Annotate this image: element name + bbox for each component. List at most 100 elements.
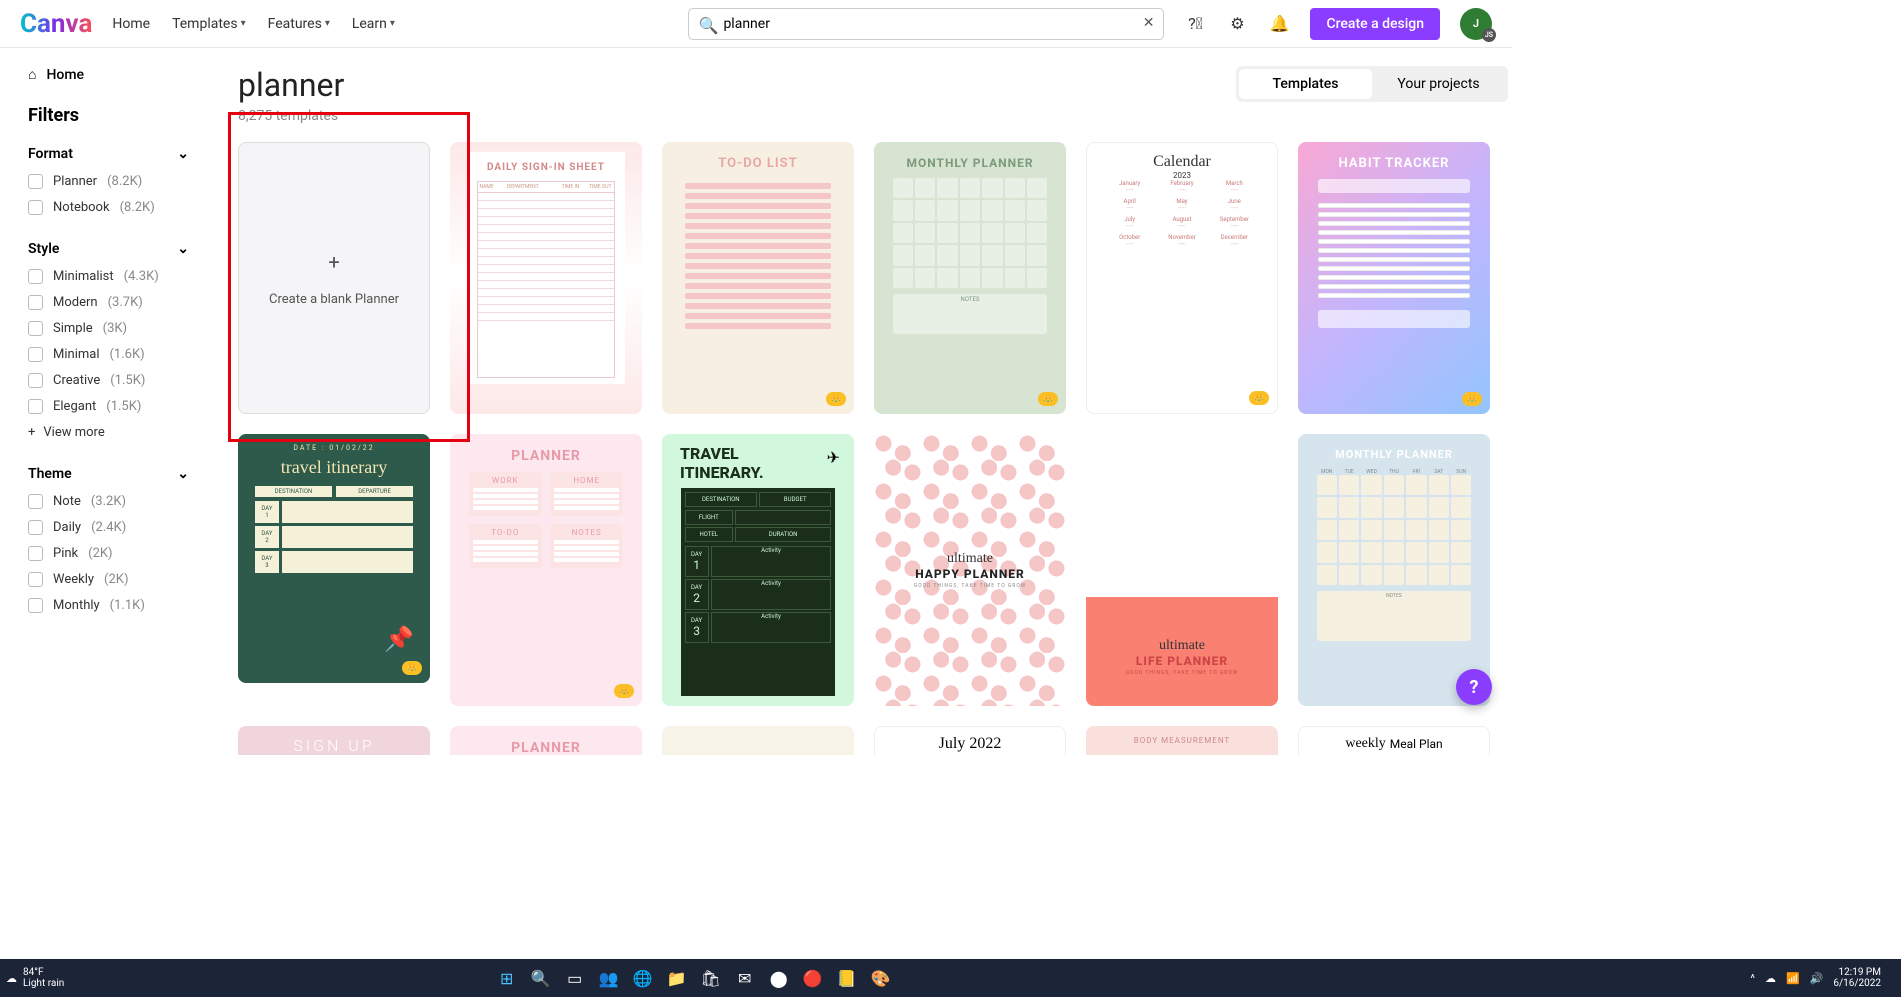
teams-icon[interactable]: 👥 [594,963,624,993]
chevron-up-icon[interactable]: ^ [1750,972,1755,985]
card-title: MONTHLY PLANNER [906,156,1033,170]
card-title: HABIT TRACKER [1339,156,1450,171]
template-card[interactable]: TO-DO LIST 👑 [662,142,854,414]
template-card[interactable]: BODY MEASUREMENT [1086,726,1278,755]
checkbox[interactable] [28,494,43,509]
view-more-style[interactable]: +View more [28,425,189,440]
cloud-icon[interactable]: ☁ [1765,972,1776,985]
checkbox[interactable] [28,373,43,388]
filter-count: (3.2K) [91,494,126,509]
theme-header[interactable]: Theme⌄ [28,466,189,482]
edge-icon[interactable]: 🌐 [628,963,658,993]
template-card[interactable]: DAILY SIGN-IN SHEET NAMEDEPARTMENTTIME I… [450,142,642,414]
checkbox[interactable] [28,399,43,414]
template-card[interactable]: DATE : 01/02/22 travel itinerary DESTINA… [238,434,430,683]
help-bubble[interactable]: ? [1456,669,1492,705]
task-view[interactable]: ▭ [560,963,590,993]
checkbox[interactable] [28,295,43,310]
app-icon[interactable]: 📒 [832,963,862,993]
toggle-templates[interactable]: Templates [1239,69,1372,99]
lines [1318,199,1469,302]
card-title: BODY MEASUREMENT [1134,736,1230,745]
explorer-icon[interactable]: 📁 [662,963,692,993]
search-input[interactable] [688,8,1164,40]
template-card[interactable]: July 2022 [874,726,1066,755]
nav-home[interactable]: Home [112,16,150,32]
checkbox[interactable] [28,546,43,561]
template-card[interactable]: weekly Meal Plan [1298,726,1490,755]
filter-minimalist[interactable]: Minimalist (4.3K) [28,269,189,284]
checkbox[interactable] [28,321,43,336]
label: DAY [691,551,702,558]
toggle-projects[interactable]: Your projects [1372,69,1505,99]
app-icon[interactable]: ⬤ [764,963,794,993]
checkbox[interactable] [28,174,43,189]
taskbar-apps: ⊞ 🔍 ▭ 👥 🌐 📁 🛍 ✉ ⬤ 🔴 📒 🎨 [492,963,896,993]
template-card[interactable]: MONTHLY PLANNER MONTUEWEDTHUFRISATSUN NO… [1298,434,1490,706]
weather-widget[interactable]: ☁ 84°F Light rain [6,967,64,989]
checkbox[interactable] [28,598,43,613]
style-title: Style [28,241,59,257]
nav-features[interactable]: Features▾ [268,16,330,32]
help-icon[interactable]: ?⃝ [1184,13,1206,35]
filter-planner[interactable]: Planner (8.2K) [28,174,189,189]
template-card[interactable]: TRAVEL ITINERARY. ✈ DESTINATION BUDGET F… [662,434,854,706]
template-card[interactable]: HABIT TRACKER 👑 [1298,142,1490,414]
volume-icon[interactable]: 🔊 [1810,972,1824,985]
filter-daily[interactable]: Daily (2.4K) [28,520,189,535]
filter-pink[interactable]: Pink (2K) [28,546,189,561]
blank-planner-card[interactable]: + Create a blank Planner [238,142,430,414]
template-card[interactable]: ultimate LIFE PLANNER GOOD THINGS, TAKE … [1086,434,1278,706]
clear-search-icon[interactable]: ✕ [1143,15,1155,31]
checkbox[interactable] [28,520,43,535]
template-card[interactable]: PLANNER [450,726,642,755]
filter-weekly[interactable]: Weekly (2K) [28,572,189,587]
settings-icon[interactable]: ⚙ [1226,13,1248,35]
calendar-grid [893,178,1048,288]
checkbox[interactable] [28,347,43,362]
template-card[interactable]: SIGN UP [238,726,430,755]
nav-templates[interactable]: Templates▾ [172,16,246,32]
filter-simple[interactable]: Simple (3K) [28,321,189,336]
bell-icon[interactable]: 🔔 [1268,13,1290,35]
search-button[interactable]: 🔍 [526,963,556,993]
filter-minimal[interactable]: Minimal (1.6K) [28,347,189,362]
paint-icon[interactable]: 🎨 [866,963,896,993]
nav: Home Templates▾ Features▾ Learn▾ [112,16,395,32]
create-design-button[interactable]: Create a design [1310,8,1440,40]
filter-modern[interactable]: Modern (3.7K) [28,295,189,310]
filter-creative[interactable]: Creative (1.5K) [28,373,189,388]
filter-label: Weekly [53,572,94,587]
filter-count: (1.5K) [106,399,141,414]
filter-label: Monthly [53,598,100,613]
clock[interactable]: 12:19 PM 6/16/2022 [1833,967,1881,989]
filter-note[interactable]: Note (3.2K) [28,494,189,509]
mail-icon[interactable]: ✉ [730,963,760,993]
chevron-down-icon: ▾ [390,18,395,29]
nav-learn[interactable]: Learn▾ [352,16,395,32]
template-card[interactable]: MONTHLY PLANNER NOTES 👑 [874,142,1066,414]
filter-notebook[interactable]: Notebook (8.2K) [28,200,189,215]
template-card[interactable]: PLANNER WORK HOME TO-DO NOTES 👑 [450,434,642,706]
style-header[interactable]: Style⌄ [28,241,189,257]
card-title: DAILY SIGN-IN SHEET [487,162,605,173]
crown-icon: 👑 [1462,392,1482,406]
filter-label: Pink [53,546,78,561]
template-card[interactable]: ultimate HAPPY PLANNER GOOD THINGS, TAKE… [874,434,1066,706]
filter-elegant[interactable]: Elegant (1.5K) [28,399,189,414]
checkbox[interactable] [28,269,43,284]
checkbox[interactable] [28,572,43,587]
sidebar-home[interactable]: ⌂ Home [28,66,189,83]
template-card[interactable]: Calendar 2023 January·····February·····M… [1086,142,1278,414]
wifi-icon[interactable]: 📶 [1786,972,1800,985]
logo[interactable]: Canva [20,9,92,39]
store-icon[interactable]: 🛍 [696,963,726,993]
template-card[interactable] [662,726,854,755]
start-button[interactable]: ⊞ [492,963,522,993]
checkbox[interactable] [28,200,43,215]
format-header[interactable]: Format⌄ [28,146,189,162]
avatar[interactable]: J [1460,8,1492,40]
card-title: LIFE PLANNER [1136,654,1228,668]
app-icon[interactable]: 🔴 [798,963,828,993]
filter-monthly[interactable]: Monthly (1.1K) [28,598,189,613]
